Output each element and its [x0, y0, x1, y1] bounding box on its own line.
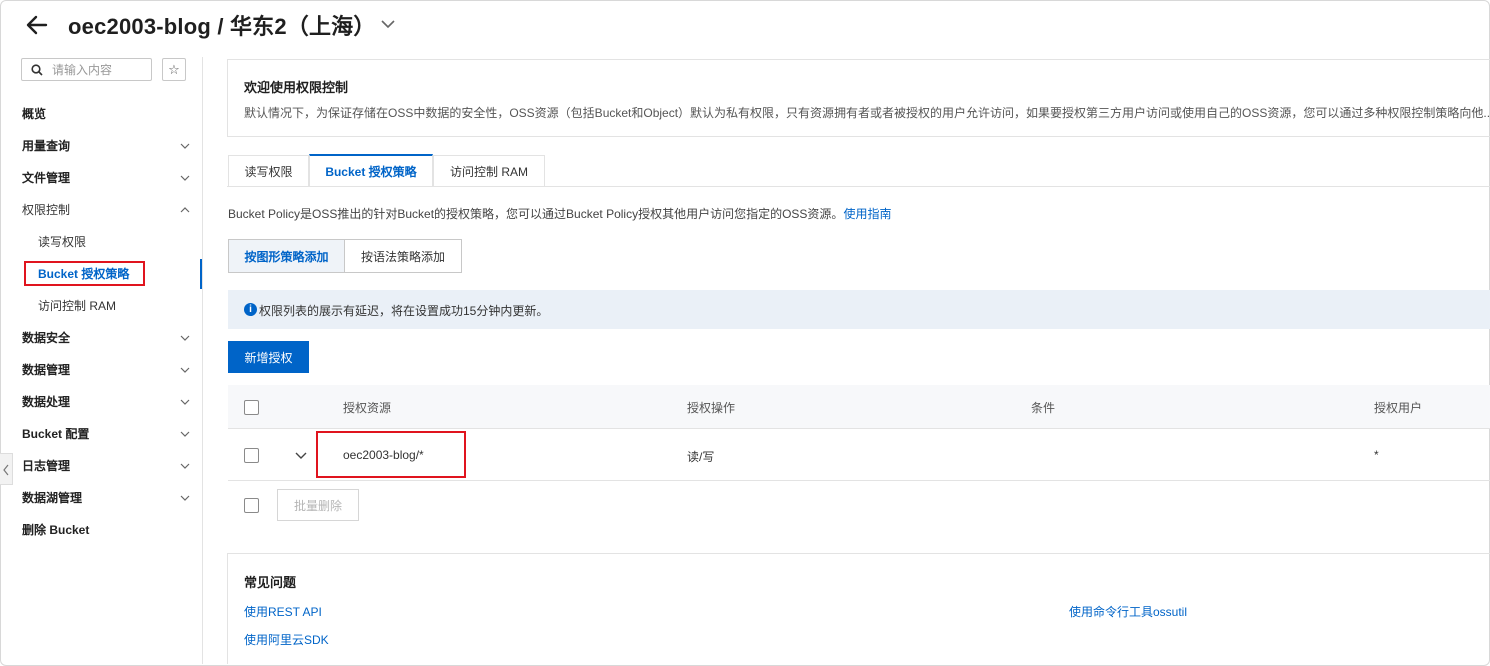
- sidebar-item-label: 概览: [22, 107, 47, 121]
- tab-ram[interactable]: 访问控制 RAM: [433, 155, 545, 186]
- policy-description-text: Bucket Policy是OSS推出的针对Bucket的授权策略，您可以通过B…: [228, 207, 844, 221]
- column-header-resource: 授权资源: [343, 401, 392, 415]
- search-icon: [31, 64, 43, 76]
- chevron-down-icon: [180, 495, 190, 501]
- column-header-condition: 条件: [1031, 401, 1056, 415]
- chevron-down-icon: [180, 399, 190, 405]
- guide-link[interactable]: 使用指南: [843, 207, 891, 221]
- chevron-down-icon: [180, 335, 190, 341]
- welcome-description: 默认情况下，为保证存储在OSS中数据的安全性，OSS资源（包括Bucket和Ob…: [244, 106, 1490, 120]
- expand-row-chevron-icon[interactable]: [295, 449, 307, 461]
- row-checkbox[interactable]: [244, 448, 259, 463]
- graphic-policy-button[interactable]: 按图形策略添加: [228, 239, 345, 273]
- sidebar-item-label: 权限控制: [22, 203, 71, 217]
- sidebar-item-data-processing[interactable]: 数据处理: [22, 392, 194, 412]
- search-input[interactable]: [52, 61, 148, 78]
- faq-title: 常见问题: [244, 575, 297, 590]
- table-header: 授权资源 授权操作 条件 授权用户: [228, 385, 1490, 429]
- tabs-divider: [227, 186, 1490, 187]
- sidebar-item-label: 数据管理: [22, 363, 71, 377]
- sidebar: ☆ 概览 用量查询 文件管理 权限控制 读写权限 Bucket 授权策略 访问控…: [0, 57, 203, 664]
- batch-delete-button[interactable]: 批量删除: [277, 489, 359, 521]
- sidebar-item-access-control[interactable]: 权限控制: [22, 200, 194, 220]
- search-box[interactable]: [21, 58, 152, 81]
- sidebar-item-data-security[interactable]: 数据安全: [22, 328, 194, 348]
- sidebar-item-label: 数据处理: [22, 395, 71, 409]
- chevron-down-icon: [180, 431, 190, 437]
- sidebar-item-label: 数据安全: [22, 331, 71, 345]
- active-indicator: [200, 259, 202, 289]
- page-title: oec2003-blog / 华东2（上海）: [68, 14, 376, 39]
- notice-text: 权限列表的展示有延迟，将在设置成功15分钟内更新。: [259, 304, 549, 318]
- chevron-left-icon: [3, 464, 9, 476]
- faq-link-ossutil[interactable]: 使用命令行工具ossutil: [1069, 603, 1187, 620]
- sidebar-item-label: 日志管理: [22, 459, 71, 473]
- sidebar-subitem-ram[interactable]: 访问控制 RAM: [38, 296, 116, 316]
- sidebar-item-files[interactable]: 文件管理: [22, 168, 194, 188]
- sidebar-item-label: 删除 Bucket: [22, 523, 90, 537]
- policy-description: Bucket Policy是OSS推出的针对Bucket的授权策略，您可以通过B…: [228, 205, 891, 222]
- tab-read-write[interactable]: 读写权限: [228, 155, 309, 186]
- sidebar-item-delete-bucket[interactable]: 删除 Bucket: [22, 520, 194, 540]
- faq-card: 常见问题 使用REST API 使用命令行工具ossutil 使用阿里云SDK: [227, 553, 1490, 664]
- sidebar-item-label: 用量查询: [22, 139, 71, 153]
- chevron-down-icon: [180, 175, 190, 181]
- cell-action: 读/写: [687, 450, 715, 464]
- chevron-down-icon[interactable]: [380, 16, 396, 32]
- info-icon: i: [244, 303, 257, 316]
- faq-link-rest-api[interactable]: 使用REST API: [244, 603, 322, 620]
- welcome-card: 欢迎使用权限控制 默认情况下，为保证存储在OSS中数据的安全性，OSS资源（包括…: [227, 59, 1490, 137]
- sidebar-item-logs[interactable]: 日志管理: [22, 456, 194, 476]
- sidebar-collapse-handle[interactable]: [0, 453, 13, 485]
- select-all-checkbox[interactable]: [244, 400, 259, 415]
- chevron-down-icon: [180, 143, 190, 149]
- sidebar-item-label: 数据湖管理: [22, 491, 83, 505]
- sidebar-item-data-management[interactable]: 数据管理: [22, 360, 194, 380]
- sidebar-item-label: Bucket 配置: [22, 427, 90, 441]
- sidebar-item-bucket-config[interactable]: Bucket 配置: [22, 424, 194, 444]
- cell-user: *: [1374, 448, 1379, 462]
- faq-link-sdk[interactable]: 使用阿里云SDK: [244, 631, 329, 648]
- sidebar-item-usage[interactable]: 用量查询: [22, 136, 194, 156]
- tab-bucket-policy[interactable]: Bucket 授权策略: [309, 154, 433, 186]
- sidebar-item-data-lake[interactable]: 数据湖管理: [22, 488, 194, 508]
- welcome-title: 欢迎使用权限控制: [244, 80, 349, 95]
- sidebar-subitem-read-write[interactable]: 读写权限: [38, 232, 86, 252]
- sidebar-item-overview[interactable]: 概览: [22, 104, 194, 124]
- chevron-down-icon: [180, 367, 190, 373]
- add-authorization-button[interactable]: 新增授权: [228, 341, 309, 373]
- syntax-policy-button[interactable]: 按语法策略添加: [344, 239, 462, 273]
- chevron-down-icon: [180, 463, 190, 469]
- highlight-box-sidebar: [24, 261, 145, 286]
- info-notice: i 权限列表的展示有延迟，将在设置成功15分钟内更新。: [228, 290, 1490, 329]
- column-header-action: 授权操作: [687, 401, 736, 415]
- highlight-box-resource: [316, 431, 466, 478]
- back-arrow-icon[interactable]: [24, 12, 50, 38]
- batch-select-checkbox[interactable]: [244, 498, 259, 513]
- sidebar-item-label: 文件管理: [22, 171, 71, 185]
- column-header-user: 授权用户: [1374, 401, 1423, 415]
- favorite-star-icon[interactable]: ☆: [162, 58, 186, 81]
- chevron-up-icon: [180, 207, 190, 213]
